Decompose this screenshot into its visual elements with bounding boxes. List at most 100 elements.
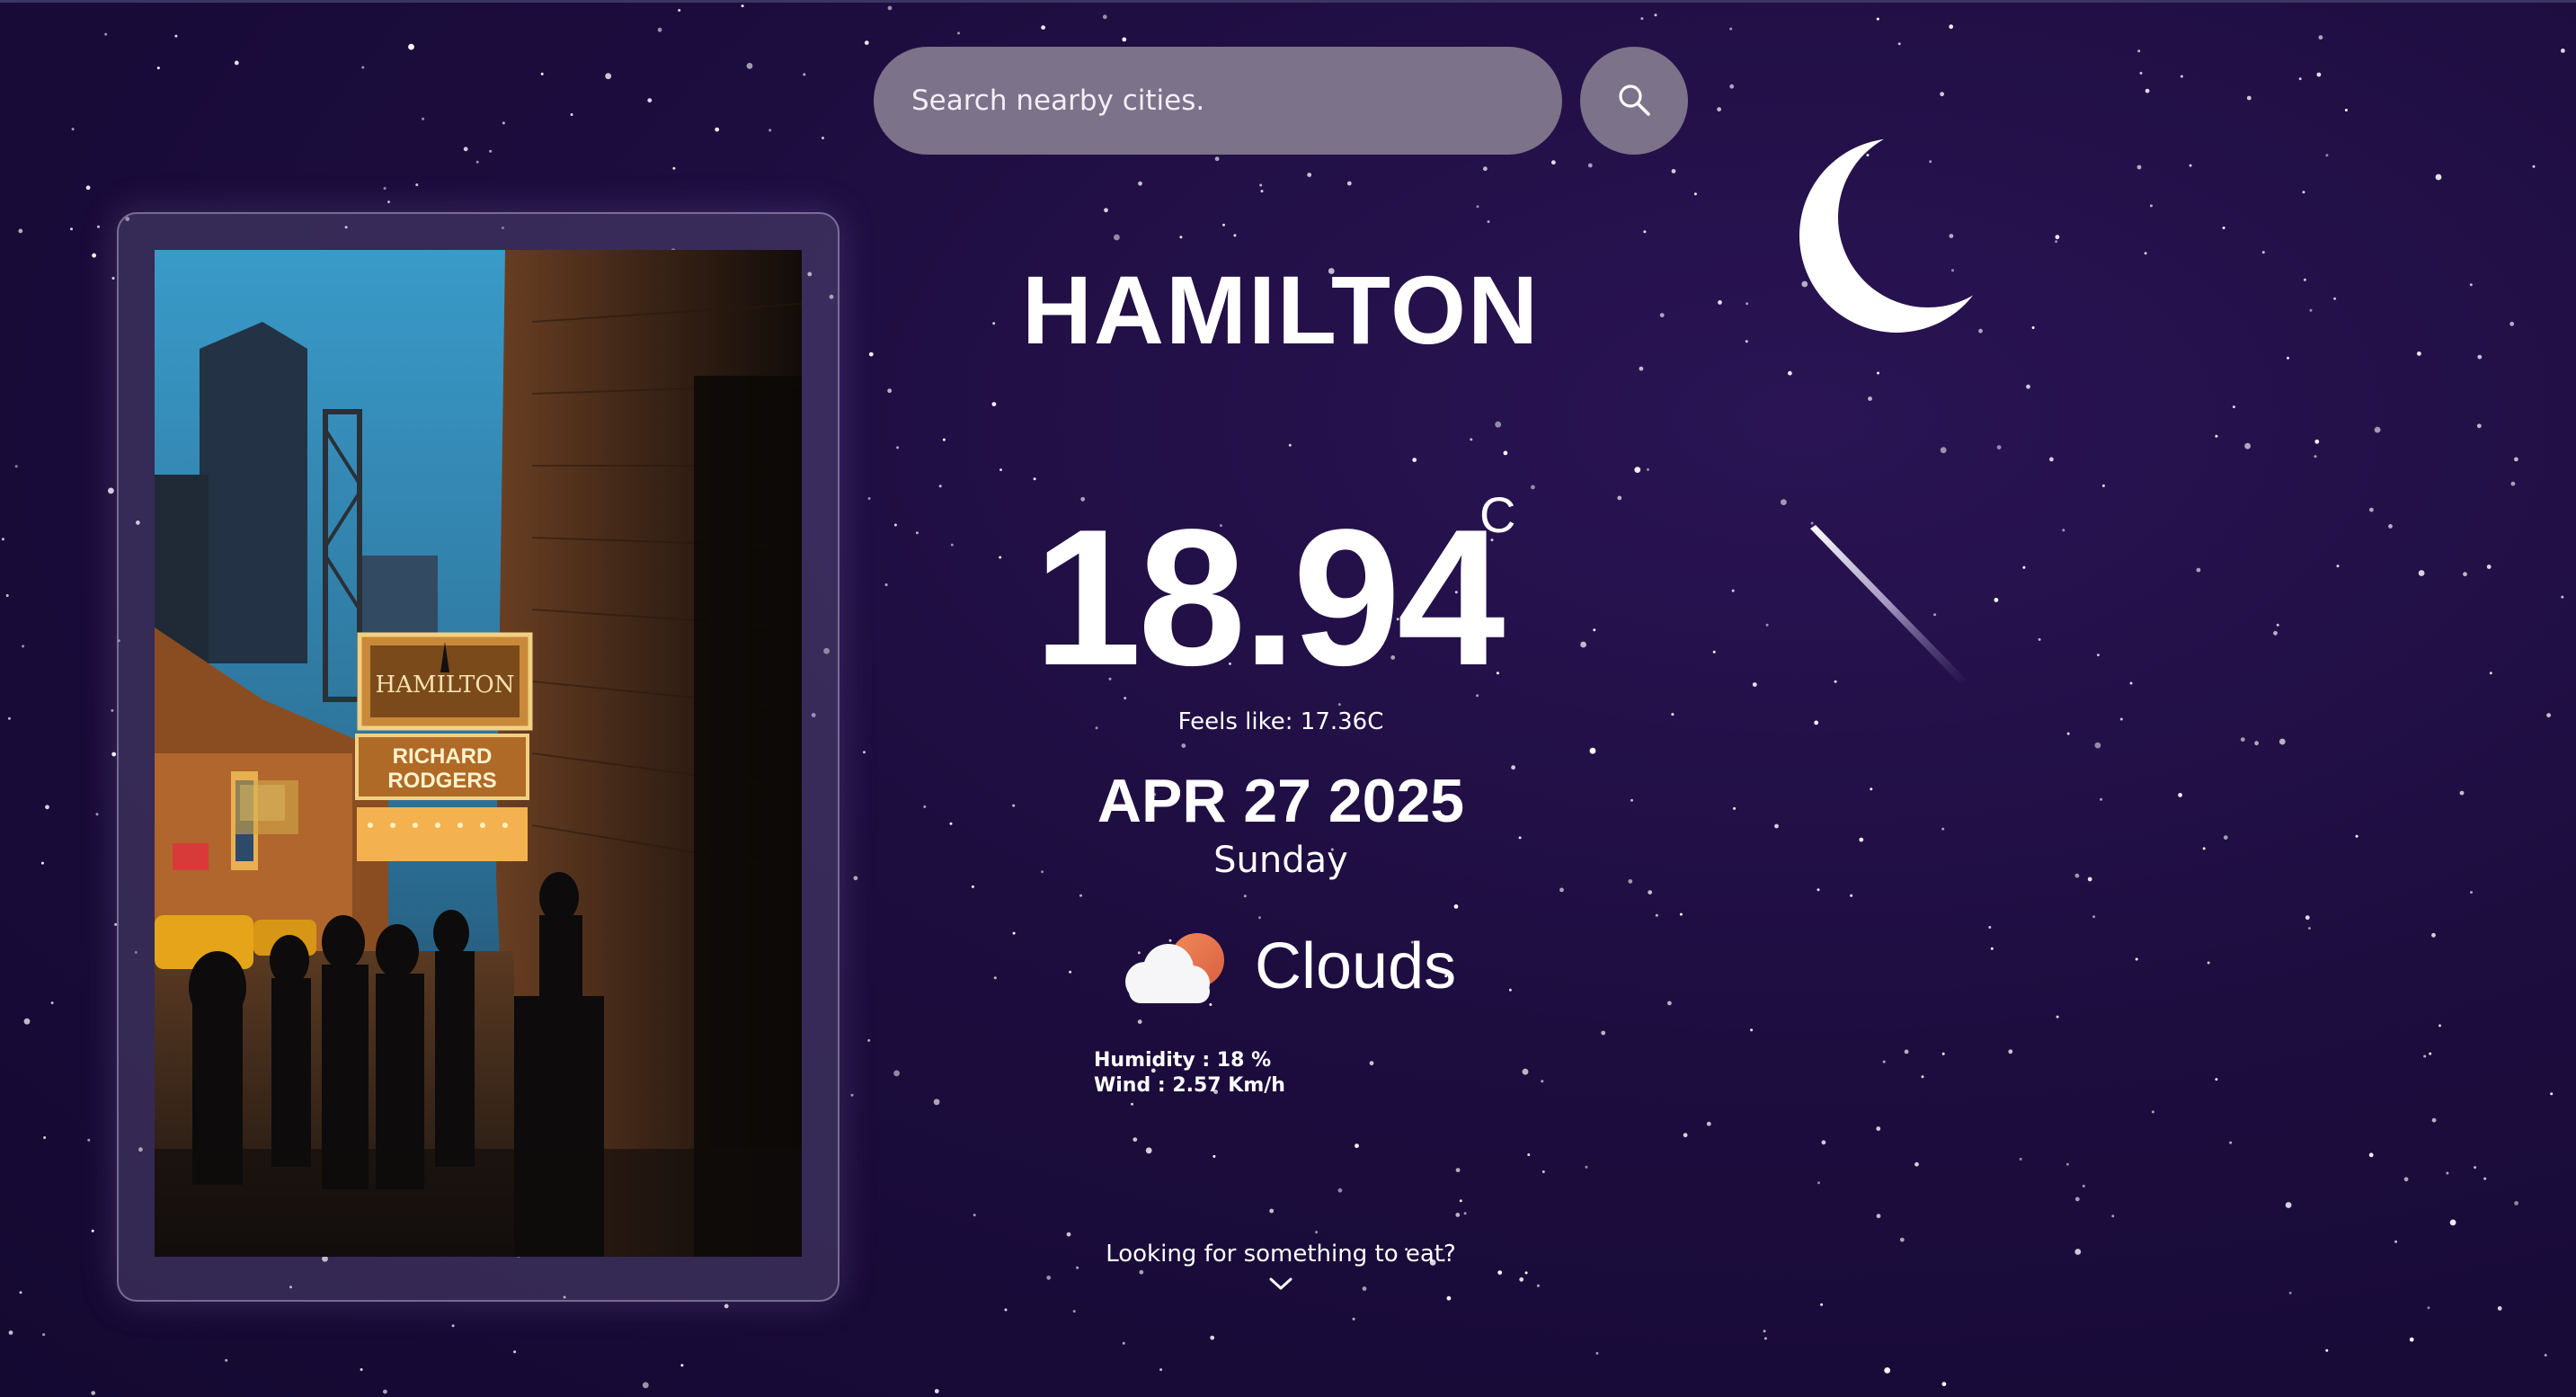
star <box>1763 1330 1766 1333</box>
star <box>1859 837 1864 842</box>
star <box>1601 1030 1606 1036</box>
star <box>475 160 479 164</box>
star <box>923 805 927 808</box>
star <box>1269 1208 1275 1214</box>
star <box>949 822 953 825</box>
star <box>2288 1291 2292 1295</box>
star <box>2532 165 2536 168</box>
star <box>2066 732 2070 735</box>
star <box>2100 797 2103 801</box>
star <box>1041 870 1044 874</box>
star <box>40 861 44 865</box>
star <box>1752 682 1757 687</box>
star <box>1617 495 1622 501</box>
star <box>1876 1214 1881 1219</box>
star <box>864 40 869 45</box>
star <box>2026 384 2030 389</box>
star <box>605 73 612 80</box>
star <box>1634 467 1641 473</box>
city-photo: HAMILTON RICHARD RODGERS <box>155 250 802 1257</box>
star <box>971 885 974 888</box>
star <box>2325 1348 2329 1352</box>
star <box>2514 1201 2519 1206</box>
star <box>2403 1177 2409 1182</box>
star <box>2303 278 2306 281</box>
star <box>1524 1271 1528 1275</box>
star <box>999 468 1002 472</box>
star <box>853 876 858 881</box>
star <box>893 1070 900 1077</box>
star <box>1104 208 1108 213</box>
star <box>2038 637 2041 641</box>
star <box>1712 650 1716 654</box>
star <box>225 1358 228 1362</box>
star <box>724 1304 729 1309</box>
star <box>2431 1117 2437 1123</box>
star <box>2196 567 2201 573</box>
star <box>1643 230 1647 234</box>
star <box>1559 887 1564 893</box>
star <box>1258 916 1261 920</box>
star <box>415 183 419 187</box>
star <box>2314 455 2317 458</box>
star <box>2489 672 2492 675</box>
star <box>513 1350 517 1354</box>
star <box>1337 1188 1343 1193</box>
star <box>2022 565 2026 569</box>
star <box>2278 738 2286 745</box>
star <box>1046 1275 1052 1280</box>
star <box>2318 35 2323 40</box>
star <box>2388 524 2393 529</box>
moon-icon <box>1799 138 1994 333</box>
star <box>19 1291 22 1295</box>
search-button[interactable] <box>1580 47 1688 155</box>
star <box>1750 1028 1754 1032</box>
star <box>867 1038 871 1042</box>
star <box>2207 961 2210 965</box>
star <box>1941 827 1945 831</box>
star <box>1996 445 2002 449</box>
star <box>887 5 893 11</box>
star <box>1243 894 1247 898</box>
star <box>2082 1184 2085 1188</box>
star <box>2355 834 2358 838</box>
star <box>1527 1153 1531 1156</box>
star <box>2254 741 2260 746</box>
star <box>71 128 75 131</box>
star <box>1159 1368 1163 1372</box>
star <box>1346 181 1352 186</box>
food-prompt-link[interactable]: Looking for something to eat? <box>1011 1241 1550 1268</box>
star <box>2129 681 2133 685</box>
star <box>993 976 997 980</box>
star <box>1004 1308 1008 1312</box>
star <box>2019 1157 2022 1161</box>
star <box>1733 806 1737 810</box>
star <box>657 27 662 32</box>
star <box>950 543 954 547</box>
star <box>2298 77 2302 81</box>
star <box>884 583 888 586</box>
star <box>2463 572 2467 577</box>
star <box>1817 888 1820 892</box>
star <box>1904 1049 1909 1054</box>
star <box>1940 447 1947 454</box>
star <box>647 98 653 102</box>
star <box>1994 598 1999 602</box>
chevron-down-icon[interactable] <box>1268 1275 1293 1293</box>
star <box>1503 450 1508 456</box>
star <box>1870 787 1873 791</box>
star <box>2287 356 2289 360</box>
star <box>1729 27 1733 31</box>
search-input[interactable] <box>874 47 1562 155</box>
star <box>2055 235 2060 240</box>
star <box>893 523 897 527</box>
star <box>1765 623 1769 627</box>
star <box>2561 595 2564 599</box>
star <box>2180 75 2183 78</box>
star <box>2336 565 2340 568</box>
star <box>489 149 493 153</box>
star <box>1884 1367 1891 1374</box>
star <box>50 1001 54 1005</box>
star <box>1667 1001 1672 1006</box>
star <box>1260 190 1264 193</box>
